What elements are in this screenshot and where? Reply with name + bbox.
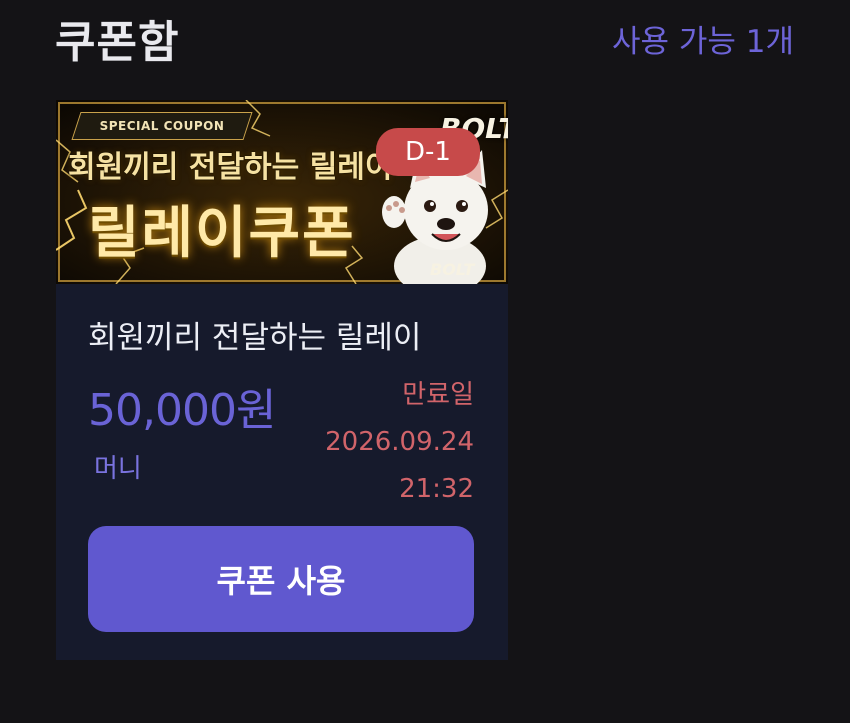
coupon-banner-image: SPECIAL COUPON 회원끼리 전달하는 릴레이 릴레이쿠폰 BOLT … — [56, 100, 508, 284]
expiry-time: 21:32 — [399, 474, 474, 504]
expiry-label: 만료일 — [402, 380, 474, 410]
banner-title: 릴레이쿠폰 — [88, 201, 356, 266]
page-title: 쿠폰함 — [55, 17, 180, 68]
use-coupon-button[interactable]: 쿠폰 사용 — [88, 526, 474, 632]
expiry-info: 만료일 2026.09.24 21:32 — [325, 372, 474, 513]
expiry-date: 2026.09.24 — [325, 427, 474, 457]
bolt-shirt-logo: BOLT — [430, 260, 475, 279]
coupon-amount: 50,000원 — [88, 385, 276, 436]
available-count: 사용 가능 1개 — [611, 24, 794, 60]
coupon-card: SPECIAL COUPON 회원끼리 전달하는 릴레이 릴레이쿠폰 BOLT … — [56, 100, 508, 660]
special-coupon-tag: SPECIAL COUPON — [71, 112, 253, 140]
coupon-amount-type: 머니 — [94, 454, 142, 484]
coupon-title: 회원끼리 전달하는 릴레이 — [88, 320, 422, 356]
dday-badge: D-1 — [376, 128, 480, 176]
